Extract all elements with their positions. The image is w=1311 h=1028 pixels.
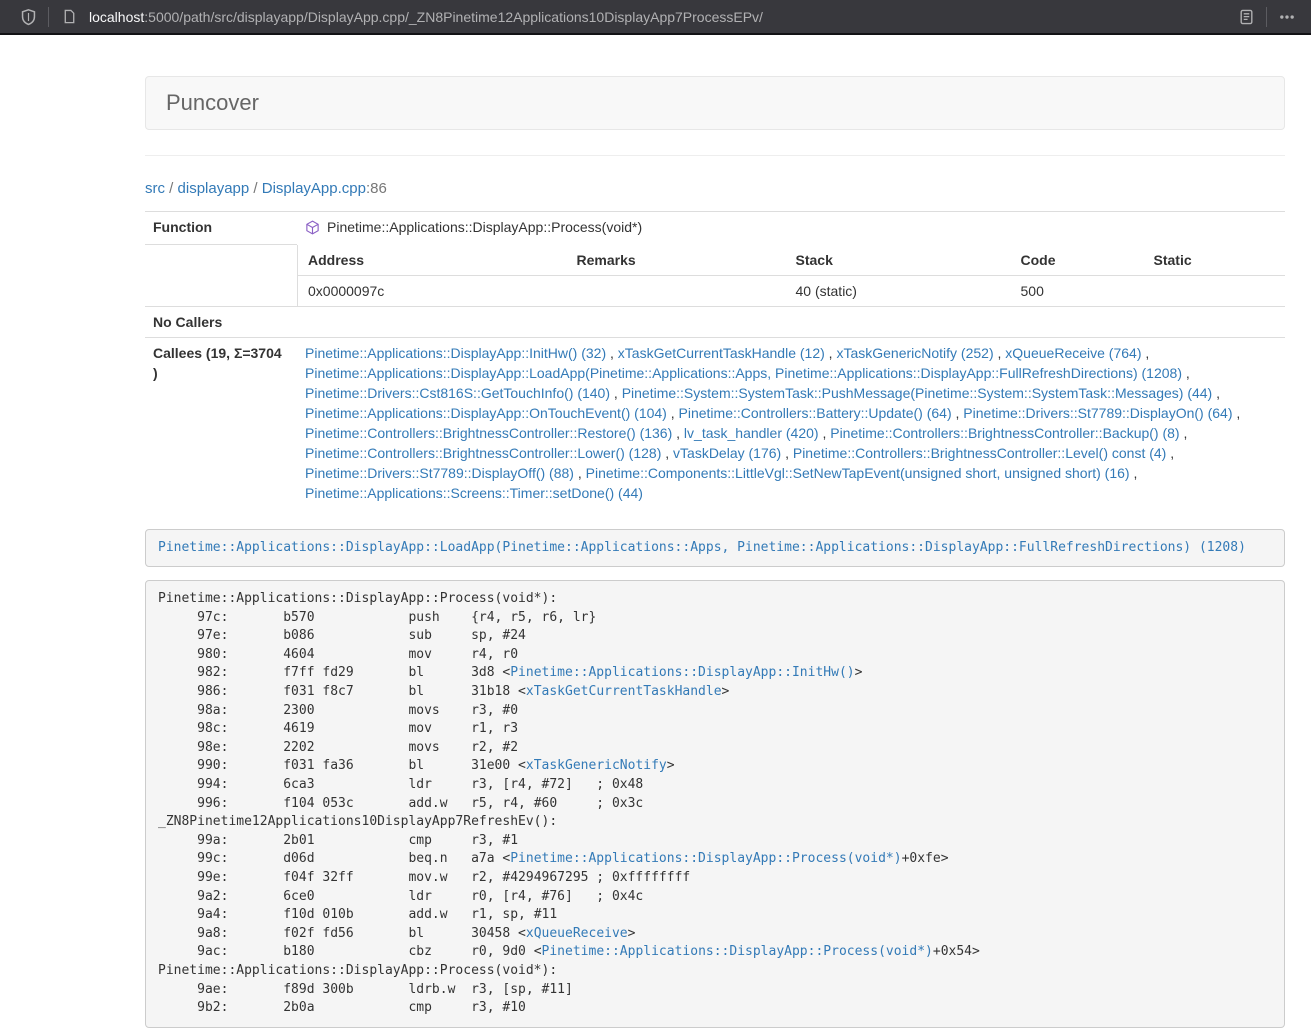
function-name: Pinetime::Applications::DisplayApp::Proc… bbox=[327, 217, 642, 237]
metrics-table: Address Remarks Stack Code Static 0x0000… bbox=[297, 245, 1285, 306]
cube-icon bbox=[305, 220, 320, 235]
no-callers-label: No Callers bbox=[145, 306, 297, 337]
col-header-static: Static bbox=[1144, 245, 1286, 276]
symbol-link[interactable]: Pinetime::Applications::DisplayApp::Init… bbox=[510, 665, 854, 680]
selected-callee-box: Pinetime::Applications::DisplayApp::Load… bbox=[145, 529, 1285, 568]
callee-link[interactable]: Pinetime::Drivers::Cst816S::GetTouchInfo… bbox=[305, 385, 610, 401]
callee-link[interactable]: Pinetime::Controllers::BrightnessControl… bbox=[793, 445, 1166, 461]
page-icon bbox=[59, 5, 79, 29]
col-header-code: Code bbox=[1011, 245, 1144, 276]
callees-row: Callees (19, Σ=3704 ) Pinetime::Applicat… bbox=[145, 337, 1285, 508]
code-value: 500 bbox=[1011, 275, 1144, 306]
col-header-stack: Stack bbox=[786, 245, 1011, 276]
callee-link[interactable]: Pinetime::Controllers::BrightnessControl… bbox=[305, 425, 672, 441]
metrics-row: Address Remarks Stack Code Static 0x0000… bbox=[145, 245, 1285, 307]
page-title: Puncover bbox=[166, 90, 259, 115]
callee-link[interactable]: xTaskGetCurrentTaskHandle (12) bbox=[618, 345, 825, 361]
static-value bbox=[1144, 275, 1286, 306]
callee-link[interactable]: Pinetime::Applications::DisplayApp::Load… bbox=[305, 365, 1182, 381]
breadcrumb-link[interactable]: src bbox=[145, 180, 165, 197]
function-row-label: Function bbox=[145, 212, 297, 245]
url-path: :5000/path/src/displayapp/DisplayApp.cpp… bbox=[144, 9, 763, 25]
no-callers-row: No Callers bbox=[145, 306, 1285, 337]
divider bbox=[145, 155, 1285, 156]
metrics-row-label bbox=[145, 245, 297, 307]
breadcrumb-link[interactable]: DisplayApp.cpp bbox=[262, 180, 366, 197]
reader-mode-icon[interactable] bbox=[1236, 5, 1256, 29]
callees-label: Callees (19, Σ=3704 ) bbox=[145, 337, 297, 508]
url-host: localhost bbox=[89, 9, 144, 25]
toolbar-separator bbox=[48, 7, 49, 27]
breadcrumb-separator: / bbox=[249, 180, 262, 197]
symbol-link[interactable]: xTaskGenericNotify bbox=[526, 758, 667, 773]
callee-link[interactable]: Pinetime::Drivers::St7789::DisplayOff() … bbox=[305, 465, 574, 481]
url-bar[interactable]: localhost:5000/path/src/displayapp/Displ… bbox=[89, 9, 1236, 25]
stack-value: 40 (static) bbox=[786, 275, 1011, 306]
menu-ellipsis-icon[interactable] bbox=[1277, 5, 1297, 29]
symbol-link[interactable]: xQueueReceive bbox=[526, 926, 628, 941]
callee-link[interactable]: Pinetime::Applications::DisplayApp::Init… bbox=[305, 345, 606, 361]
breadcrumb-separator: / bbox=[165, 180, 178, 197]
address-value: 0x0000097c bbox=[298, 275, 567, 306]
callee-link[interactable]: lv_task_handler (420) bbox=[684, 425, 819, 441]
callee-link[interactable]: xQueueReceive (764) bbox=[1005, 345, 1141, 361]
browser-toolbar: localhost:5000/path/src/displayapp/Displ… bbox=[0, 0, 1311, 35]
callee-link[interactable]: xTaskGenericNotify (252) bbox=[836, 345, 993, 361]
metrics-data-row: 0x0000097c 40 (static) 500 bbox=[298, 275, 1286, 306]
symbol-link[interactable]: Pinetime::Applications::DisplayApp::Proc… bbox=[510, 851, 901, 866]
function-row: Function Pinetime::Applications::Display… bbox=[145, 212, 1285, 245]
callee-link[interactable]: Pinetime::Controllers::BrightnessControl… bbox=[830, 425, 1179, 441]
callee-link[interactable]: Pinetime::Drivers::St7789::DisplayOn() (… bbox=[963, 405, 1232, 421]
callee-link[interactable]: Pinetime::Controllers::BrightnessControl… bbox=[305, 445, 661, 461]
breadcrumb-link[interactable]: displayapp bbox=[178, 180, 250, 197]
toolbar-separator bbox=[1266, 7, 1267, 27]
symbol-link[interactable]: Pinetime::Applications::DisplayApp::Proc… bbox=[542, 944, 933, 959]
shield-icon[interactable] bbox=[18, 5, 38, 29]
remarks-value bbox=[567, 275, 786, 306]
callee-link[interactable]: Pinetime::Applications::DisplayApp::OnTo… bbox=[305, 405, 667, 421]
function-table: Function Pinetime::Applications::Display… bbox=[145, 211, 1285, 508]
callees-cell: Pinetime::Applications::DisplayApp::Init… bbox=[297, 337, 1285, 508]
page-container: Puncover src / displayapp / DisplayApp.c… bbox=[145, 76, 1285, 1028]
callee-link[interactable]: Pinetime::System::SystemTask::PushMessag… bbox=[622, 385, 1213, 401]
function-name-wrap: Pinetime::Applications::DisplayApp::Proc… bbox=[305, 217, 642, 237]
symbol-link[interactable]: xTaskGetCurrentTaskHandle bbox=[526, 684, 722, 699]
callee-link[interactable]: Pinetime::Components::LittleVgl::SetNewT… bbox=[586, 465, 1130, 481]
callee-link[interactable]: Pinetime::Controllers::Battery::Update()… bbox=[679, 405, 952, 421]
app-header: Puncover bbox=[145, 76, 1285, 130]
col-header-remarks: Remarks bbox=[567, 245, 786, 276]
breadcrumb: src / displayapp / DisplayApp.cpp:86 bbox=[145, 179, 1285, 199]
col-header-address: Address bbox=[298, 245, 567, 276]
callee-link[interactable]: Pinetime::Applications::Screens::Timer::… bbox=[305, 485, 643, 501]
breadcrumb-line-number: :86 bbox=[366, 180, 387, 197]
callee-link[interactable]: vTaskDelay (176) bbox=[673, 445, 781, 461]
load-app-link[interactable]: Pinetime::Applications::DisplayApp::Load… bbox=[158, 540, 1246, 555]
disassembly-pre: Pinetime::Applications::DisplayApp::Proc… bbox=[145, 580, 1285, 1028]
